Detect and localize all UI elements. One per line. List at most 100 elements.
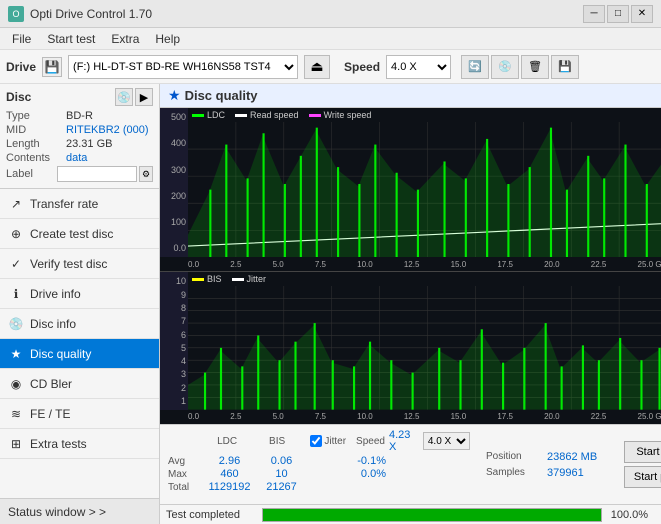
chart-svg-bottom bbox=[188, 286, 661, 410]
start-full-button[interactable]: Start full bbox=[624, 441, 661, 463]
max-bis: 10 bbox=[259, 468, 304, 480]
nav-item-extra-tests[interactable]: ⊞ Extra tests bbox=[0, 429, 159, 459]
legend-ldc: LDC bbox=[192, 110, 225, 120]
total-bis: 21267 bbox=[259, 481, 304, 493]
app-icon: O bbox=[8, 6, 24, 22]
speed-value: 4.23 X bbox=[389, 429, 419, 453]
status-window-btn[interactable]: Status window > > bbox=[0, 498, 159, 524]
toolbar-btn-3[interactable]: 🗑 bbox=[521, 55, 549, 79]
menu-extra[interactable]: Extra bbox=[103, 30, 147, 48]
avg-label: Avg bbox=[168, 456, 200, 467]
drive-bar: Drive 💾 (F:) HL-DT-ST BD-RE WH16NS58 TST… bbox=[0, 50, 661, 84]
app-title: Opti Drive Control 1.70 bbox=[30, 7, 152, 21]
content-header: ★ Disc quality bbox=[160, 84, 661, 108]
nav-item-create-test-disc[interactable]: ⊕ Create test disc bbox=[0, 219, 159, 249]
max-label: Max bbox=[168, 469, 200, 480]
jitter-checkbox[interactable] bbox=[310, 435, 322, 447]
content-header-title: Disc quality bbox=[185, 88, 258, 103]
nav-item-fe-te[interactable]: ≋ FE / TE bbox=[0, 399, 159, 429]
samples-value: 379961 bbox=[547, 467, 584, 479]
progress-time: 33:18 bbox=[654, 509, 661, 521]
nav-item-disc-quality[interactable]: ★ Disc quality bbox=[0, 339, 159, 369]
max-ldc: 460 bbox=[202, 468, 257, 480]
disc-panel: Disc 💿 ▶ Type BD-R MID RITEKBR2 (000) Le… bbox=[0, 84, 159, 189]
avg-bis: 0.06 bbox=[259, 455, 304, 467]
total-ldc: 1129192 bbox=[202, 481, 257, 493]
nav-item-drive-info[interactable]: ℹ Drive info bbox=[0, 279, 159, 309]
toolbar-btn-2[interactable]: 💿 bbox=[491, 55, 519, 79]
disc-icon-1[interactable]: 💿 bbox=[115, 88, 133, 106]
disc-contents-key: Contents bbox=[6, 152, 66, 164]
title-bar: O Opti Drive Control 1.70 ─ □ ✕ bbox=[0, 0, 661, 28]
toolbar-btn-4[interactable]: 💾 bbox=[551, 55, 579, 79]
menu-start-test[interactable]: Start test bbox=[39, 30, 103, 48]
disc-info-icon: 💿 bbox=[8, 316, 24, 332]
stats-section: LDC BIS Jitter Speed 4.23 X 4.0 X bbox=[160, 424, 661, 504]
start-buttons: Start full Start part bbox=[618, 425, 661, 504]
nav-item-disc-info[interactable]: 💿 Disc info bbox=[0, 309, 159, 339]
bis-header: BIS bbox=[256, 436, 299, 447]
disc-icon-2[interactable]: ▶ bbox=[135, 88, 153, 106]
disc-label-key: Label bbox=[6, 168, 57, 180]
speed-select-stats[interactable]: 4.0 X bbox=[423, 432, 470, 450]
chart-bottom-legend: BIS Jitter bbox=[192, 274, 266, 284]
drive-icon: 💾 bbox=[42, 57, 62, 77]
menu-help[interactable]: Help bbox=[147, 30, 188, 48]
menu-file[interactable]: File bbox=[4, 30, 39, 48]
drive-info-label: Drive info bbox=[30, 287, 81, 301]
disc-label-input[interactable] bbox=[57, 166, 137, 182]
avg-ldc: 2.96 bbox=[202, 455, 257, 467]
chart-top-legend: LDC Read speed Write speed bbox=[192, 110, 371, 120]
chart-svg-top bbox=[188, 122, 661, 257]
disc-length-val: 23.31 GB bbox=[66, 138, 112, 150]
start-part-button[interactable]: Start part bbox=[624, 466, 661, 488]
disc-label-btn[interactable]: ⚙ bbox=[139, 166, 153, 182]
progress-bar-inner bbox=[263, 509, 601, 521]
jitter-checkbox-area: Jitter bbox=[310, 435, 346, 447]
nav-item-verify-test-disc[interactable]: ✓ Verify test disc bbox=[0, 249, 159, 279]
progress-bar-outer bbox=[262, 508, 602, 522]
chart-top: LDC Read speed Write speed 500 400 300 bbox=[160, 108, 661, 272]
close-button[interactable]: ✕ bbox=[631, 5, 653, 23]
content-header-icon: ★ bbox=[168, 87, 181, 104]
extra-tests-icon: ⊞ bbox=[8, 436, 24, 452]
eject-button[interactable]: ⏏ bbox=[304, 55, 330, 79]
disc-header-text: Disc bbox=[6, 90, 31, 104]
speed-select[interactable]: 4.0 X bbox=[386, 55, 451, 79]
create-test-disc-label: Create test disc bbox=[30, 227, 113, 241]
drive-label: Drive bbox=[6, 60, 36, 74]
y-axis-top-left: 500 400 300 200 100 0.0 bbox=[160, 108, 188, 257]
max-jitter: 0.0% bbox=[306, 468, 386, 480]
charts-wrapper: LDC Read speed Write speed 500 400 300 bbox=[160, 108, 661, 424]
minimize-button[interactable]: ─ bbox=[583, 5, 605, 23]
toolbar-btn-1[interactable]: 🔄 bbox=[461, 55, 489, 79]
avg-jitter: -0.1% bbox=[306, 455, 386, 467]
maximize-button[interactable]: □ bbox=[607, 5, 629, 23]
extra-tests-label: Extra tests bbox=[30, 437, 87, 451]
disc-mid-key: MID bbox=[6, 124, 66, 136]
disc-quality-icon: ★ bbox=[8, 346, 24, 362]
cd-bler-icon: ◉ bbox=[8, 376, 24, 392]
y-axis-bottom-left: 10 9 8 7 6 5 4 3 2 1 bbox=[160, 272, 188, 410]
legend-jitter: Jitter bbox=[232, 274, 267, 284]
disc-type-val: BD-R bbox=[66, 110, 93, 122]
disc-mid-val: RITEKBR2 (000) bbox=[66, 124, 149, 136]
ldc-header: LDC bbox=[201, 436, 254, 447]
nav-menu: ↗ Transfer rate ⊕ Create test disc ✓ Ver… bbox=[0, 189, 159, 498]
disc-type-key: Type bbox=[6, 110, 66, 122]
position-value: 23862 MB bbox=[547, 451, 597, 463]
speed-header: Speed bbox=[356, 436, 385, 447]
status-window-label: Status window > > bbox=[8, 505, 106, 519]
fe-te-icon: ≋ bbox=[8, 406, 24, 422]
menu-bar: File Start test Extra Help bbox=[0, 28, 661, 50]
speed-label: Speed bbox=[344, 60, 380, 74]
nav-item-transfer-rate[interactable]: ↗ Transfer rate bbox=[0, 189, 159, 219]
samples-label: Samples bbox=[486, 467, 541, 478]
legend-read-speed: Read speed bbox=[235, 110, 299, 120]
transfer-rate-icon: ↗ bbox=[8, 196, 24, 212]
drive-select[interactable]: (F:) HL-DT-ST BD-RE WH16NS58 TST4 bbox=[68, 55, 298, 79]
sidebar: Disc 💿 ▶ Type BD-R MID RITEKBR2 (000) Le… bbox=[0, 84, 160, 524]
progress-bar-area: Test completed 100.0% 33:18 bbox=[160, 504, 661, 524]
nav-item-cd-bler[interactable]: ◉ CD Bler bbox=[0, 369, 159, 399]
cd-bler-label: CD Bler bbox=[30, 377, 72, 391]
